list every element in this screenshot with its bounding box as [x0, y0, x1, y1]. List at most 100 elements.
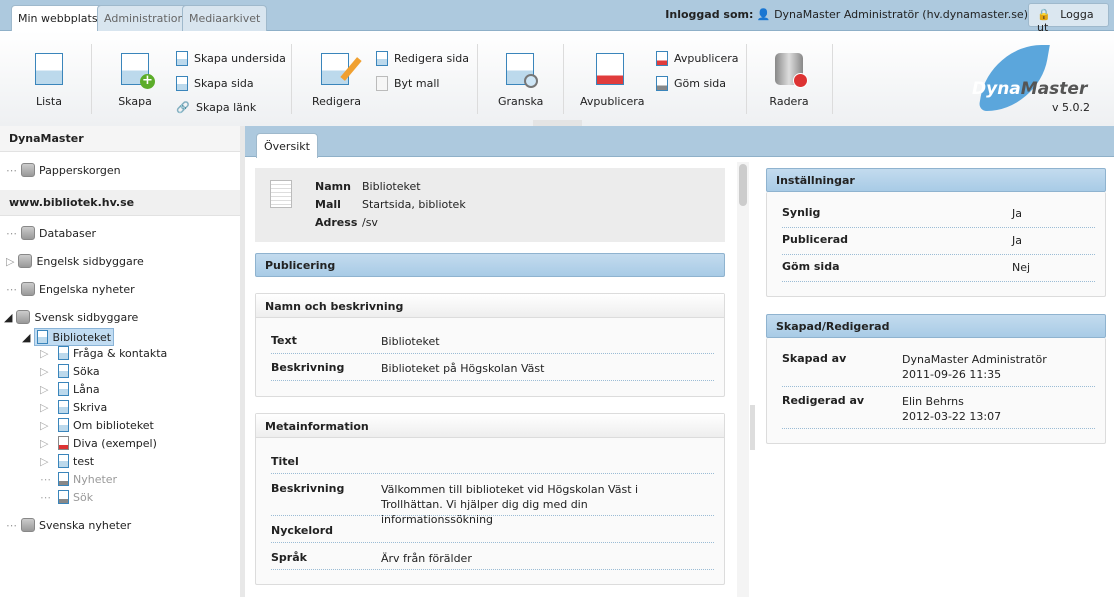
- logout-button[interactable]: 🔒 Logga ut: [1028, 3, 1109, 34]
- tree-line: ⋯: [40, 472, 51, 486]
- byt-mall-button[interactable]: Byt mall: [376, 76, 439, 91]
- tree-item-child[interactable]: ⋯ Sök: [40, 490, 93, 504]
- tree-item-engelsk-sidbyggare[interactable]: ▷ Engelsk sidbyggare: [6, 254, 144, 268]
- label: Engelsk sidbyggare: [36, 254, 144, 268]
- gom-sida-button[interactable]: Göm sida: [656, 76, 726, 91]
- expanded-icon[interactable]: ◢: [22, 331, 30, 344]
- login-info: Inloggad som: 👤 DynaMaster Administratör…: [665, 8, 1028, 21]
- panel-title: Namn och beskrivning: [256, 294, 724, 318]
- installningar-header: Inställningar: [766, 168, 1106, 192]
- lista-button[interactable]: Lista: [30, 49, 68, 108]
- tree-item-engelska-nyheter[interactable]: ⋯ Engelska nyheter: [6, 282, 135, 296]
- tree-item-databaser[interactable]: ⋯ Databaser: [6, 226, 96, 240]
- label: Databaser: [39, 226, 97, 240]
- divider: [291, 44, 292, 114]
- mall-value: Startsida, bibliotek: [362, 198, 466, 211]
- skapa-lank-button[interactable]: 🔗 Skapa länk: [176, 101, 256, 114]
- tab-mediaarkivet[interactable]: Mediaarkivet: [182, 5, 268, 31]
- document-icon: [270, 180, 292, 208]
- redigera-button[interactable]: Redigera: [312, 49, 362, 108]
- collapsed-icon[interactable]: ▷: [40, 419, 54, 432]
- label: Göm sida: [674, 77, 726, 90]
- page-icon: [58, 418, 69, 432]
- label: Redigera sida: [394, 52, 469, 65]
- logo-drop: [978, 45, 1050, 111]
- avpublicera-button[interactable]: Avpublicera: [580, 49, 645, 108]
- avpublicera-label: Avpublicera: [580, 95, 645, 108]
- tree-item-child[interactable]: ▷ Skriva: [40, 400, 107, 414]
- tree-item-child[interactable]: ▷ Fråga & kontakta: [40, 346, 167, 360]
- tree-item-papperskorgen[interactable]: ⋯ Papperskorgen: [6, 163, 121, 177]
- label: Avpublicera: [674, 52, 739, 65]
- tree-item-child[interactable]: ⋯ Nyheter: [40, 472, 117, 486]
- metainformation-panel: Metainformation Titel Beskrivning Välkomm…: [255, 413, 725, 585]
- sidebar-heading-site: www.bibliotek.hv.se: [0, 190, 240, 216]
- logo-text: Master: [1020, 79, 1088, 99]
- sidebar-heading: DynaMaster: [0, 126, 240, 152]
- collapsed-icon[interactable]: ▷: [40, 365, 54, 378]
- skapa-undersida-button[interactable]: Skapa undersida: [176, 51, 286, 66]
- scrollbar-thumb[interactable]: [739, 164, 747, 206]
- label: Papperskorgen: [39, 163, 121, 177]
- label: test: [73, 454, 95, 468]
- tree-item-child[interactable]: ▷ Söka: [40, 364, 100, 378]
- label: Sök: [73, 490, 94, 504]
- tree-item-child[interactable]: ▷ Diva (exempel): [40, 436, 157, 450]
- page-icon: [58, 472, 69, 486]
- redigera-sida-button[interactable]: Redigera sida: [376, 51, 469, 66]
- expanded-icon[interactable]: ◢: [4, 311, 12, 324]
- tree-item-child[interactable]: ▷ test: [40, 454, 94, 468]
- page-icon: [58, 382, 69, 396]
- redigerad-av-value: Elin Behrns: [902, 395, 964, 408]
- granska-label: Granska: [498, 95, 544, 108]
- page-icon: [58, 364, 69, 378]
- sidebar-splitter[interactable]: [240, 126, 245, 597]
- label: Namn: [315, 180, 351, 193]
- avpublicera-small-button[interactable]: Avpublicera: [656, 51, 739, 66]
- database-icon: [21, 226, 35, 240]
- publicerad-value: Ja: [1012, 234, 1022, 247]
- publicering-header[interactable]: Publicering: [255, 253, 725, 277]
- tab-oversikt[interactable]: Översikt: [256, 133, 318, 158]
- collapsed-icon[interactable]: ▷: [40, 383, 54, 396]
- page-icon: [58, 490, 69, 504]
- tab-administration[interactable]: Administration: [97, 5, 192, 31]
- radera-button[interactable]: Radera: [768, 49, 810, 108]
- label: Nyckelord: [271, 524, 334, 537]
- label: Göm sida: [782, 260, 840, 273]
- skapad-date: 2011-09-26 11:35: [902, 368, 1002, 381]
- page-edit-icon: [376, 51, 388, 66]
- tree-item-child[interactable]: ▷ Låna: [40, 382, 100, 396]
- scrollbar[interactable]: [737, 162, 749, 597]
- tree-item-child[interactable]: ▷ Om biblioteket: [40, 418, 154, 432]
- synlig-value: Ja: [1012, 207, 1022, 220]
- column-splitter[interactable]: [750, 405, 755, 450]
- skapad-av-value: DynaMaster Administratör: [902, 353, 1047, 366]
- skapa-sida-button[interactable]: Skapa sida: [176, 76, 254, 91]
- database-icon: [21, 518, 35, 532]
- label: Biblioteket: [52, 330, 112, 344]
- page-icon: [58, 400, 69, 414]
- label: Diva (exempel): [73, 436, 157, 450]
- divider: [832, 44, 833, 114]
- granska-button[interactable]: Granska: [498, 49, 544, 108]
- collapsed-icon[interactable]: ▷: [40, 437, 54, 450]
- page-preview-icon: [506, 53, 538, 88]
- tab-min-webbplats[interactable]: Min webbplats: [11, 5, 105, 32]
- collapsed-icon[interactable]: ▷: [40, 347, 54, 360]
- text-value: Biblioteket: [381, 335, 440, 348]
- database-icon: [16, 310, 31, 324]
- label: Skapa sida: [194, 77, 254, 90]
- label: Skapad av: [782, 352, 847, 365]
- skapa-button[interactable]: + Skapa: [115, 49, 155, 108]
- label: Skapa länk: [196, 101, 257, 114]
- tree-item-biblioteket[interactable]: ◢ Biblioteket: [22, 328, 115, 346]
- page-icon: [37, 330, 49, 344]
- collapsed-icon[interactable]: ▷: [40, 401, 54, 414]
- beskrivning-value: Välkommen till biblioteket vid Högskolan…: [381, 483, 639, 526]
- database-icon: [21, 282, 35, 296]
- page-add-icon: +: [121, 53, 155, 89]
- collapsed-icon[interactable]: ▷: [40, 455, 54, 468]
- tree-item-svensk-sidbyggare[interactable]: ◢ Svensk sidbyggare: [4, 310, 138, 324]
- tree-item-svenska-nyheter[interactable]: ⋯ Svenska nyheter: [6, 518, 131, 532]
